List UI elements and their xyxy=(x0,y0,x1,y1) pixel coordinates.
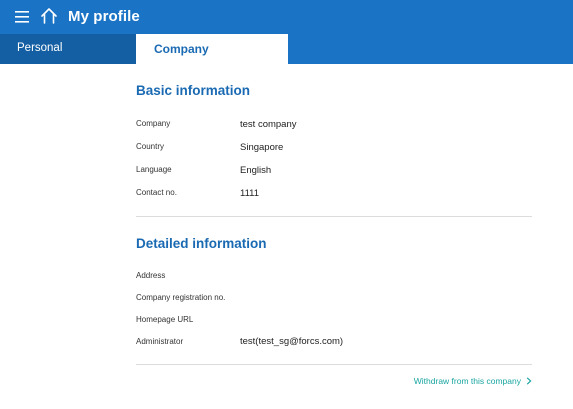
administrator-label: Administrator xyxy=(136,337,184,346)
hamburger-menu-icon[interactable] xyxy=(14,9,32,25)
contact-no-value: 1111 xyxy=(240,188,260,199)
language-label: Language xyxy=(136,165,172,174)
company-value: test company xyxy=(240,119,297,130)
detailed-information-heading: Detailed information xyxy=(136,236,267,251)
withdraw-label: Withdraw from this company xyxy=(413,376,521,386)
basic-information-heading: Basic information xyxy=(136,83,251,98)
section-divider xyxy=(136,364,532,365)
chevron-right-icon xyxy=(526,377,532,385)
page-title: My profile xyxy=(68,8,140,25)
country-value: Singapore xyxy=(240,142,284,153)
section-divider xyxy=(136,216,532,217)
country-label: Country xyxy=(136,142,165,151)
tab-company[interactable]: Company xyxy=(136,34,288,64)
withdraw-from-company-link[interactable]: Withdraw from this company xyxy=(414,376,532,386)
tab-company-label: Company xyxy=(154,42,209,56)
home-icon[interactable] xyxy=(39,6,59,26)
tab-personal-label: Personal xyxy=(17,42,63,54)
tab-bar: Personal Company xyxy=(0,34,573,64)
address-label: Address xyxy=(136,271,166,280)
homepage-url-label: Homepage URL xyxy=(136,315,194,324)
contact-no-label: Contact no. xyxy=(136,188,177,197)
top-bar: My profile xyxy=(0,0,573,34)
tab-personal[interactable]: Personal xyxy=(0,34,136,64)
company-registration-label: Company registration no. xyxy=(136,293,226,302)
company-label: Company xyxy=(136,119,171,128)
language-value: English xyxy=(240,165,272,176)
administrator-value: test(test_sg@forcs.com) xyxy=(240,336,344,347)
